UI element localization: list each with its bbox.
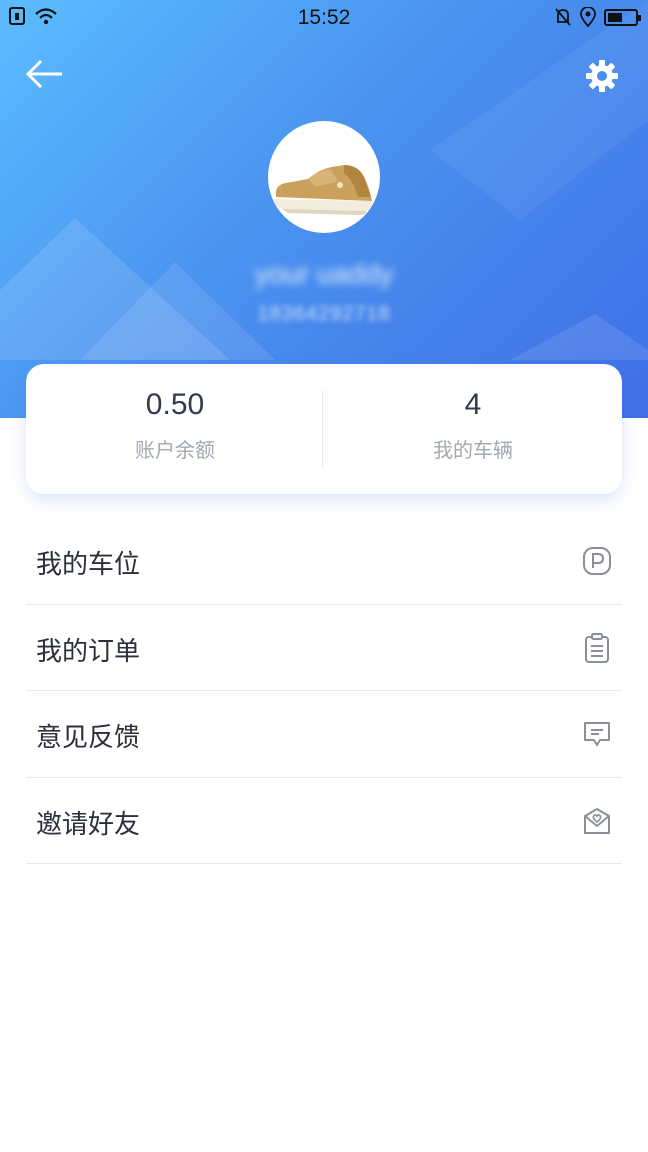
balance-label: 账户余额 bbox=[135, 440, 215, 462]
vehicles-value: 4 bbox=[464, 388, 482, 421]
avatar[interactable] bbox=[268, 121, 380, 233]
menu-item-parking[interactable]: 我的车位 bbox=[26, 518, 622, 605]
menu-item-label: 我的订单 bbox=[36, 635, 141, 666]
status-time: 15:52 bbox=[297, 6, 351, 29]
sneaker-image bbox=[274, 165, 373, 215]
vehicles-label: 我的车辆 bbox=[433, 440, 513, 462]
stat-vehicles[interactable]: 4 我的车辆 bbox=[324, 364, 622, 494]
stats-card: 0.50 账户余额 4 我的车辆 bbox=[26, 364, 622, 494]
menu-item-feedback[interactable]: 意见反馈 bbox=[26, 691, 622, 778]
settings-button[interactable] bbox=[582, 56, 622, 96]
phone-number: 18364292718 bbox=[257, 303, 391, 325]
clipboard-icon bbox=[585, 632, 609, 663]
profile-header: 15:52 your uaddy 18364292718 bbox=[0, 0, 648, 418]
menu-item-label: 意见反馈 bbox=[36, 722, 141, 752]
menu-item-label: 我的车位 bbox=[36, 549, 141, 579]
menu-item-label: 邀请好友 bbox=[36, 808, 141, 839]
invite-envelope-icon bbox=[584, 807, 610, 834]
battery-icon bbox=[604, 8, 641, 26]
back-button[interactable] bbox=[24, 56, 68, 92]
parking-icon bbox=[583, 547, 611, 575]
status-bar: 15:52 bbox=[0, 0, 648, 36]
username: your uaddy bbox=[254, 258, 394, 289]
arrow-left-icon bbox=[25, 59, 62, 89]
mute-bell-icon bbox=[555, 8, 571, 26]
gear-icon bbox=[586, 60, 618, 92]
message-icon bbox=[584, 722, 610, 746]
menu-item-orders[interactable]: 我的订单 bbox=[26, 605, 622, 691]
location-icon bbox=[580, 7, 596, 27]
menu-item-invite[interactable]: 邀请好友 bbox=[26, 778, 622, 864]
stats-divider bbox=[322, 390, 323, 468]
profile-menu: 我的车位 我的订单 意见反馈 邀请好友 bbox=[26, 518, 622, 864]
balance-value: 0.50 bbox=[145, 388, 205, 421]
stat-balance[interactable]: 0.50 账户余额 bbox=[26, 364, 324, 494]
